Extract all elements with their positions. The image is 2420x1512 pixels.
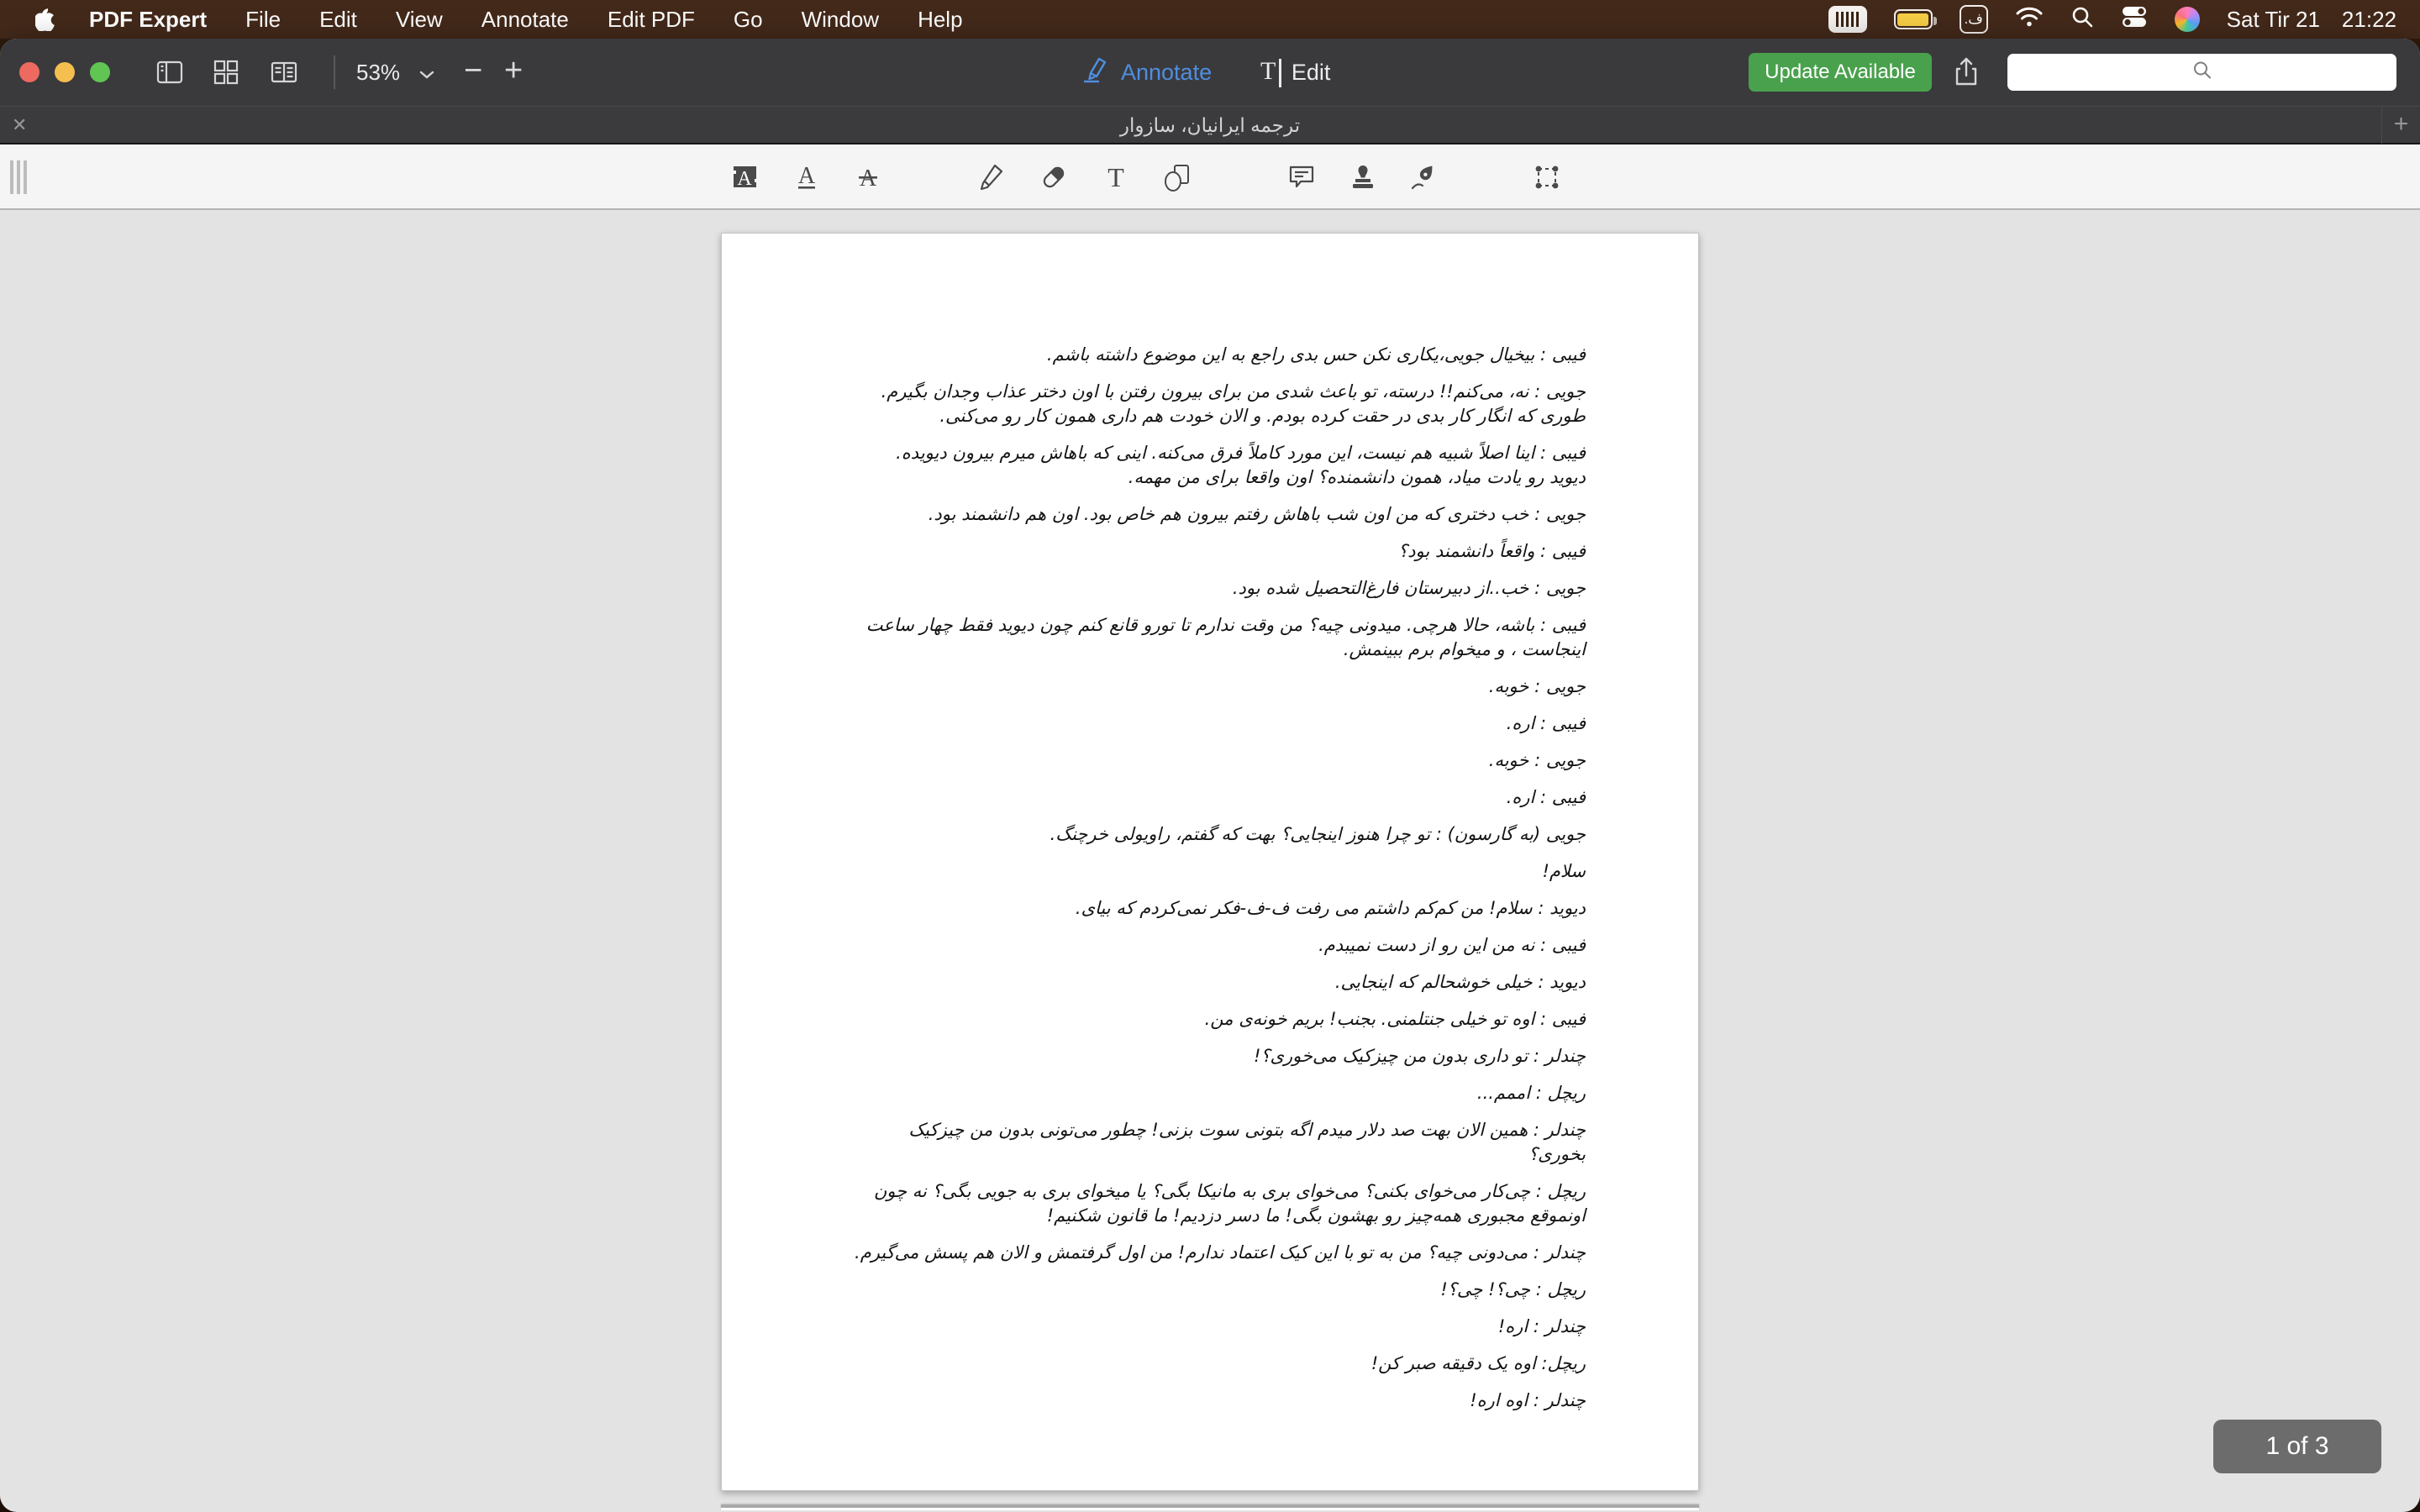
note-icon[interactable]: [1286, 162, 1317, 192]
paragraph: چندلر : تو داری بدون من چیزکیک می‌خوری؟!: [855, 1044, 1586, 1068]
input-source-icon[interactable]: ف.: [1960, 5, 1988, 34]
select-icon[interactable]: [1532, 162, 1562, 192]
paragraph: دیوید : خیلی خوشحالم که اینجایی.: [855, 970, 1586, 995]
menu-clock[interactable]: Sat Tir 21 21:22: [2227, 7, 2396, 33]
paragraph: جویی : خوبه.: [855, 675, 1586, 699]
svg-text:T: T: [1107, 162, 1124, 192]
wifi-icon[interactable]: [2015, 6, 2044, 34]
document-tab-bar: ✕ ترجمه ایرانیان، سازوار +: [0, 106, 2420, 144]
sidebar-icon[interactable]: [155, 58, 184, 91]
tab-annotate-label: Annotate: [1121, 60, 1212, 86]
main-toolbar: 53% − + Annotate T Edit Update Available: [0, 39, 2420, 106]
pdf-page-2-edge: [721, 1504, 1699, 1510]
reading-icon[interactable]: [270, 58, 298, 91]
paragraph: چندلر : همین الان بهت صد دلار میدم اگه ب…: [855, 1118, 1586, 1167]
keyboard-icon[interactable]: [1828, 6, 1867, 33]
toolbar-divider: [334, 55, 335, 89]
minimize-window-button[interactable]: [55, 62, 75, 82]
pdf-page-1: فیبی : بیخیال جویی،یکاری نکن حس بدی راجع…: [721, 233, 1699, 1491]
annotate-marker-icon: [1081, 55, 1111, 91]
status-date: Sat Tir 21: [2227, 7, 2320, 33]
document-tab-title[interactable]: ترجمه ایرانیان، سازوار: [0, 107, 2420, 144]
paragraph: فیبی : بیخیال جویی،یکاری نکن حس بدی راجع…: [855, 343, 1586, 367]
paragraph: فیبی : اره.: [855, 785, 1586, 810]
page-indicator: 1 of 3: [2213, 1420, 2381, 1473]
toolbar-search: [2007, 54, 2396, 91]
battery-icon[interactable]: [1894, 9, 1933, 29]
svg-text:A: A: [798, 163, 816, 189]
annotation-toolbar: A A A: [0, 144, 2420, 210]
paragraph: فیبی : واقعاً دانشمند بود؟: [855, 539, 1586, 564]
menu-item-file[interactable]: File: [245, 7, 281, 33]
paragraph: چندلر : اوه اره!: [855, 1389, 1586, 1413]
text-icon[interactable]: T: [1101, 162, 1131, 192]
svg-text:A: A: [737, 168, 752, 190]
tab-annotate[interactable]: Annotate: [1081, 39, 1212, 106]
menu-bar: PDF Expert File Edit View Annotate Edit …: [0, 0, 2420, 39]
paragraph: جویی (به گارسون) : تو چرا هنوز اینجایی؟ …: [855, 822, 1586, 847]
new-tab-icon[interactable]: +: [2381, 107, 2420, 144]
thumbnails-icon[interactable]: [212, 58, 240, 91]
pencil-icon[interactable]: [976, 162, 1007, 192]
toolbar-drag-handle[interactable]: [10, 160, 27, 194]
zoom-out-button[interactable]: −: [464, 39, 482, 106]
stamp-icon[interactable]: [1348, 162, 1378, 192]
menu-app-name[interactable]: PDF Expert: [89, 7, 207, 33]
page-text: فیبی : بیخیال جویی،یکاری نکن حس بدی راجع…: [855, 343, 1586, 1413]
menu-item-edit[interactable]: Edit: [319, 7, 357, 33]
paragraph: سلام!: [855, 859, 1586, 884]
paragraph: جویی : خب..از دبیرستان فارغ‌التحصیل شده …: [855, 576, 1586, 601]
apple-icon[interactable]: [35, 8, 55, 31]
update-available-button[interactable]: Update Available: [1749, 53, 1932, 92]
edit-text-icon: T: [1260, 57, 1281, 87]
zoom-chevron-icon[interactable]: [418, 69, 435, 84]
paragraph: فیبی : اره.: [855, 711, 1586, 736]
tab-edit-label: Edit: [1292, 60, 1331, 86]
paragraph: چندلر : اره!: [855, 1315, 1586, 1339]
menu-item-edit-pdf[interactable]: Edit PDF: [608, 7, 695, 33]
status-area: ف. Sat Tir 21 21:22: [1828, 5, 2396, 34]
close-window-button[interactable]: [19, 62, 39, 82]
menu-item-go[interactable]: Go: [734, 7, 763, 33]
spotlight-icon[interactable]: [2070, 5, 2094, 34]
siri-icon[interactable]: [2175, 7, 2200, 32]
menu-item-annotate[interactable]: Annotate: [481, 7, 569, 33]
zoom-window-button[interactable]: [90, 62, 110, 82]
menu-item-help[interactable]: Help: [918, 7, 962, 33]
paragraph: جویی : خب دختری که من اون شب باهاش رفتم …: [855, 502, 1586, 527]
menu-item-view[interactable]: View: [396, 7, 443, 33]
paragraph: فیبی : باشه، حالا هرچی. میدونی چیه؟ من و…: [855, 613, 1586, 662]
toolbar-search-input[interactable]: [2007, 54, 2396, 91]
strikethrough-icon[interactable]: A: [853, 162, 883, 192]
document-view: فیبی : بیخیال جویی،یکاری نکن حس بدی راجع…: [0, 210, 2420, 1510]
shapes-icon[interactable]: [1162, 162, 1192, 192]
zoom-in-button[interactable]: +: [504, 39, 523, 106]
paragraph: فیبی : اوه تو خیلی جنتلمنی. بجنب! بریم خ…: [855, 1007, 1586, 1032]
tab-edit[interactable]: T Edit: [1260, 39, 1330, 106]
paragraph: چندلر : می‌دونی چیه؟ من به تو با این کیک…: [855, 1241, 1586, 1265]
paragraph: جویی : خوبه.: [855, 748, 1586, 773]
paragraph: جویی : نه، می‌کنم!! درسته، تو باعث شدی م…: [855, 380, 1586, 428]
control-center-icon[interactable]: [2121, 5, 2148, 34]
menu-item-window[interactable]: Window: [802, 7, 879, 33]
paragraph: ریچل: اوه یک دقیقه صبر کن!: [855, 1352, 1586, 1376]
share-icon[interactable]: [1951, 55, 1981, 93]
paragraph: دیوید : سلام! من کم‌کم داشتم می رفت ف-ف-…: [855, 896, 1586, 921]
eraser-icon[interactable]: [1039, 162, 1069, 192]
paragraph: فیبی : اینا اصلاً شبیه هم نیست، این مورد…: [855, 441, 1586, 490]
paragraph: فیبی : نه من این رو از دست نمیبدم.: [855, 933, 1586, 958]
paragraph: ریچل : اممم...: [855, 1081, 1586, 1105]
underline-icon[interactable]: A: [792, 162, 822, 192]
zoom-level[interactable]: 53%: [356, 39, 400, 106]
highlight-icon[interactable]: A: [730, 162, 760, 192]
signature-icon[interactable]: [1409, 162, 1439, 192]
pdf-expert-window: 53% − + Annotate T Edit Update Available: [0, 39, 2420, 1512]
menu-items: PDF Expert File Edit View Annotate Edit …: [89, 7, 963, 33]
status-time: 21:22: [2342, 7, 2396, 33]
paragraph: ریچل : چی؟! چی؟!: [855, 1278, 1586, 1302]
paragraph: ریچل : چی‌کار می‌خوای بکنی؟ می‌خوای بری …: [855, 1179, 1586, 1228]
